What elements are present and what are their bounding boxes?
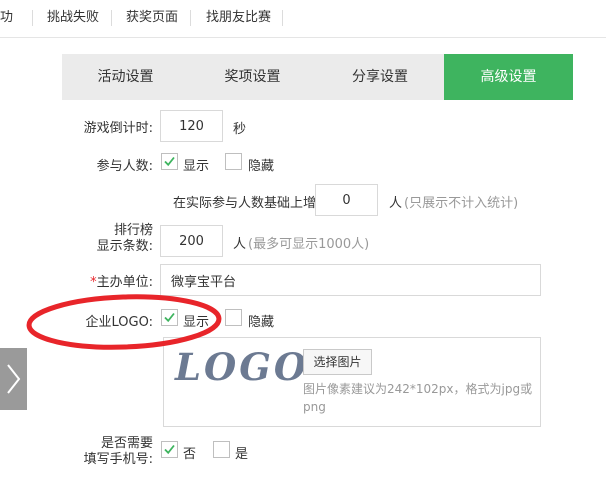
- phone-required-yes-label: 是: [235, 447, 249, 462]
- participants-show-label: 显示: [183, 159, 210, 174]
- phone-required-no-checkbox[interactable]: [161, 441, 178, 458]
- check-icon: [164, 156, 175, 167]
- phone-required-label-line2: 填写手机号:: [83, 452, 153, 467]
- ranking-count-input[interactable]: [160, 225, 223, 257]
- divider: [282, 10, 283, 26]
- phone-required-yes-checkbox[interactable]: [213, 441, 230, 458]
- participants-hide-checkbox[interactable]: [225, 153, 242, 170]
- organizer-label: *主办单位:: [40, 271, 153, 290]
- ranking-unit: 人: [233, 237, 247, 252]
- company-logo-label: 企业LOGO:: [85, 315, 153, 330]
- tab-prize-settings[interactable]: 奖项设置: [189, 54, 316, 100]
- countdown-input[interactable]: [160, 110, 223, 142]
- participants-increase-label: 在实际参与人数基础上增加: [173, 196, 330, 211]
- ranking-label-line2: 显示条数:: [96, 239, 153, 254]
- participants-increase-input[interactable]: [315, 184, 378, 216]
- divider: [111, 10, 112, 26]
- slide-arrow-button[interactable]: [0, 348, 27, 410]
- check-icon: [164, 312, 175, 323]
- participants-show-checkbox[interactable]: [161, 153, 178, 170]
- tab-share-settings[interactable]: 分享设置: [316, 54, 444, 100]
- participants-increase-unit: 人: [389, 196, 403, 211]
- top-tab-award-page[interactable]: 获奖页面: [126, 6, 178, 30]
- company-logo-show-checkbox[interactable]: [161, 309, 178, 326]
- top-tab-friend-match[interactable]: 找朋友比赛: [206, 6, 271, 30]
- top-divider-line: [0, 37, 606, 38]
- logo-preview-image: LOGO: [175, 345, 310, 389]
- countdown-unit: 秒: [233, 122, 247, 137]
- participants-hide-label: 隐藏: [248, 159, 275, 174]
- company-logo-show-label: 显示: [183, 315, 210, 330]
- organizer-input[interactable]: [160, 264, 541, 296]
- ranking-hint: (最多可显示1000人): [248, 237, 370, 252]
- tab-activity-settings[interactable]: 活动设置: [62, 54, 189, 100]
- settings-tabbar: 活动设置 奖项设置 分享设置 高级设置: [62, 54, 573, 100]
- logo-size-hint: 图片像素建议为242*102px，格式为jpg或png: [303, 382, 533, 414]
- company-logo-hide-label: 隐藏: [248, 315, 275, 330]
- countdown-label: 游戏倒计时:: [83, 121, 153, 136]
- phone-required-no-label: 否: [183, 447, 197, 462]
- top-tab-challenge-failed[interactable]: 挑战失败: [47, 6, 99, 30]
- organizer-label-text: 主办单位:: [96, 275, 153, 290]
- chevron-right-icon: [7, 364, 21, 394]
- top-tab-success[interactable]: 成功: [0, 6, 13, 30]
- check-icon: [164, 444, 175, 455]
- participants-label: 参与人数:: [96, 159, 153, 174]
- tab-advanced-settings[interactable]: 高级设置: [444, 54, 573, 100]
- divider: [32, 10, 33, 26]
- divider: [190, 10, 191, 26]
- participants-increase-hint: (只展示不计入统计): [404, 196, 519, 211]
- select-image-button[interactable]: 选择图片: [303, 349, 372, 375]
- company-logo-hide-checkbox[interactable]: [225, 309, 242, 326]
